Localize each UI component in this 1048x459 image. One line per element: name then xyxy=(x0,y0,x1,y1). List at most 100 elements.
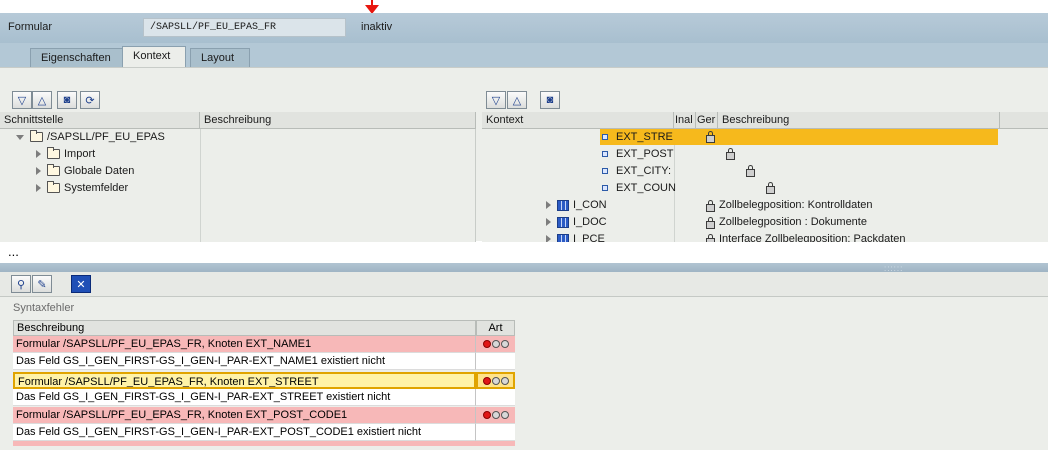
col-filler xyxy=(1000,112,1048,129)
collapsed-icon xyxy=(546,235,551,242)
collapsed-icon xyxy=(36,184,41,192)
error-text: Das Feld GS_I_GEN_FIRST-GS_I_GEN-I_PAR-E… xyxy=(13,353,476,370)
glasses-icon[interactable]: ⚲ xyxy=(11,275,31,293)
clipped-error-row xyxy=(13,441,515,446)
traffic-light-icon xyxy=(482,340,509,348)
error-row[interactable]: Das Feld GS_I_GEN_FIRST-GS_I_GEN-I_PAR-E… xyxy=(13,353,515,370)
folder-icon xyxy=(47,181,60,193)
ctx-node-desc: Interface Zollbelegposition: Packdaten xyxy=(702,231,906,242)
ctx-node-description: Zollbelegposition : Dokumente xyxy=(719,216,867,228)
tree-item-systemfelder[interactable]: Systemfelder xyxy=(36,180,128,196)
left-tree-divider xyxy=(200,129,201,242)
tree-item-label: Systemfelder xyxy=(64,182,129,194)
context-panel: ▽ △ ◙ ⟳ ▽ △ ◙ Schnittstelle Beschreibung… xyxy=(0,67,1048,242)
ctx-node-label: EXT_CITY: xyxy=(616,165,672,177)
tab-kontext[interactable]: Kontext xyxy=(122,46,186,67)
ctx-find-icon[interactable]: ◙ xyxy=(540,91,560,109)
field-node-icon xyxy=(602,168,608,174)
error-lamp-empty xyxy=(476,389,515,406)
lock-icon xyxy=(706,216,715,229)
error-row[interactable]: Das Feld GS_I_GEN_FIRST-GS_I_GEN-I_PAR-E… xyxy=(13,389,515,406)
col-schnittstelle[interactable]: Schnittstelle xyxy=(0,112,200,129)
error-lamp-empty xyxy=(476,353,515,370)
ctx-node-i-doc[interactable]: I_DOC xyxy=(546,214,607,230)
find-next-icon[interactable]: ⟳ xyxy=(80,91,100,109)
ctx-node-i-con[interactable]: I_CON xyxy=(546,197,607,213)
ctx-collapse-all-icon[interactable]: △ xyxy=(507,91,527,109)
tree-item-label: Import xyxy=(64,148,96,160)
col-inal[interactable]: Inal xyxy=(674,112,696,129)
col-beschreibung-right[interactable]: Beschreibung xyxy=(718,112,1000,129)
tree-root-label: /SAPSLL/PF_EU_EPAS xyxy=(47,131,165,143)
form-status: inaktiv xyxy=(361,21,393,33)
collapsed-icon xyxy=(36,150,41,158)
ctx-node-label: EXT_STRE xyxy=(616,131,673,143)
ctx-node-label: I_CON xyxy=(573,199,607,211)
error-row-selected[interactable]: Formular /SAPSLL/PF_EU_EPAS_FR, Knoten E… xyxy=(13,372,515,389)
tree-root[interactable]: /SAPSLL/PF_EU_EPAS xyxy=(16,129,165,145)
error-lamp-empty xyxy=(476,424,515,441)
ctx-node-label: EXT_POST xyxy=(616,148,674,160)
folder-icon xyxy=(47,164,60,176)
error-row[interactable]: Das Feld GS_I_GEN_FIRST-GS_I_GEN-I_PAR-E… xyxy=(13,424,515,441)
lock-icon xyxy=(706,233,715,242)
ctx-node-ext-coun[interactable]: EXT_COUN xyxy=(602,180,676,196)
ctx-node-desc: Zollbelegposition : Dokumente xyxy=(702,214,867,230)
col-art[interactable]: Art xyxy=(476,320,515,336)
edit-pencil-icon[interactable]: ✎ xyxy=(32,275,52,293)
lock-icon xyxy=(726,148,736,160)
folder-icon xyxy=(47,147,60,159)
col-beschreibung-errors[interactable]: Beschreibung xyxy=(13,320,476,336)
error-row[interactable]: Formular /SAPSLL/PF_EU_EPAS_FR, Knoten E… xyxy=(13,336,515,353)
traffic-light-icon xyxy=(482,411,509,419)
tree-item-import[interactable]: Import xyxy=(36,146,95,162)
table-icon xyxy=(557,216,569,228)
form-name-field[interactable]: /SAPSLL/PF_EU_EPAS_FR xyxy=(143,18,346,37)
ctx-node-label: I_PCE xyxy=(573,233,605,242)
error-text: Formular /SAPSLL/PF_EU_EPAS_FR, Knoten E… xyxy=(13,336,476,353)
col-kontext[interactable]: Kontext xyxy=(482,112,674,129)
tab-layout[interactable]: Layout xyxy=(190,48,250,67)
ctx-node-ext-city[interactable]: EXT_CITY: xyxy=(602,163,671,179)
error-lamp xyxy=(476,407,515,424)
tree-item-globale-daten[interactable]: Globale Daten xyxy=(36,163,134,179)
form-header: Formular /SAPSLL/PF_EU_EPAS_FR inaktiv xyxy=(0,13,1048,43)
lock-icon xyxy=(706,131,715,143)
error-row[interactable]: Formular /SAPSLL/PF_EU_EPAS_FR, Knoten E… xyxy=(13,407,515,424)
table-icon xyxy=(557,233,569,242)
collapsed-icon xyxy=(36,167,41,175)
ctx-node-ext-post[interactable]: EXT_POST xyxy=(602,146,673,162)
ctx-node-label: I_DOC xyxy=(573,216,607,228)
ctx-node-i-pce[interactable]: I_PCE xyxy=(546,231,605,242)
error-lamp xyxy=(476,372,515,389)
folder-open-icon xyxy=(30,130,43,142)
ctx-node-label: EXT_COUN xyxy=(616,182,676,194)
traffic-light-icon xyxy=(482,376,509,385)
error-text: Formular /SAPSLL/PF_EU_EPAS_FR, Knoten E… xyxy=(13,372,476,389)
collapse-all-icon[interactable]: △ xyxy=(32,91,52,109)
syntax-errors-title: Syntaxfehler xyxy=(13,302,75,314)
error-text: Formular /SAPSLL/PF_EU_EPAS_FR, Knoten E… xyxy=(13,407,476,424)
tab-eigenschaften[interactable]: Eigenschaften xyxy=(30,48,123,67)
ctx-expand-all-icon[interactable]: ▽ xyxy=(486,91,506,109)
ctx-node-ext-street[interactable]: EXT_STRE xyxy=(602,129,673,145)
annotation-arrow-status xyxy=(365,0,379,14)
field-node-icon xyxy=(602,185,608,191)
col-beschreibung-left[interactable]: Beschreibung xyxy=(200,112,476,129)
clipped-row-wrapper: I_PCE Interface Zollbelegposition: Packd… xyxy=(482,231,1048,242)
expand-all-icon[interactable]: ▽ xyxy=(12,91,32,109)
ctx-node-description: Interface Zollbelegposition: Packdaten xyxy=(719,233,906,242)
ctx-node-description: Zollbelegposition: Kontrolldaten xyxy=(719,199,873,211)
expanded-icon xyxy=(16,134,24,140)
table-icon xyxy=(557,199,569,211)
col-ger[interactable]: Ger xyxy=(696,112,718,129)
ellipsis-separator: ... xyxy=(8,244,19,259)
error-toolbar: ⚲ ✎ ✕ xyxy=(0,272,1048,297)
find-icon[interactable]: ◙ xyxy=(57,91,77,109)
error-text: Das Feld GS_I_GEN_FIRST-GS_I_GEN-I_PAR-E… xyxy=(13,424,476,441)
close-icon[interactable]: ✕ xyxy=(71,275,91,293)
field-node-icon xyxy=(602,134,608,140)
lock-icon xyxy=(706,199,715,212)
error-panel: :::::: ⚲ ✎ ✕ Syntaxfehler Beschreibung A… xyxy=(0,263,1048,450)
error-lamp xyxy=(476,336,515,353)
